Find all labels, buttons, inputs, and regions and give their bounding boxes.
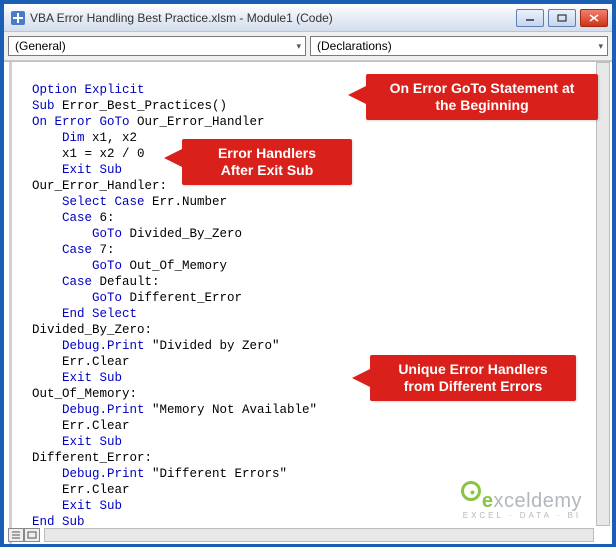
code-text: Err.Number xyxy=(145,195,228,209)
minimize-button[interactable] xyxy=(516,9,544,27)
callout-text: After Exit Sub xyxy=(194,162,340,179)
code-text: "Memory Not Available" xyxy=(145,403,318,417)
code-line: Err.Clear xyxy=(32,419,130,433)
code-line: Different_Error: xyxy=(32,451,152,465)
procedure-view-button[interactable] xyxy=(8,528,24,542)
chevron-down-icon: ▾ xyxy=(598,41,603,52)
procedure-combo-value: (Declarations) xyxy=(317,39,392,53)
procedure-combo[interactable]: (Declarations) ▾ xyxy=(310,36,608,56)
code-keyword: Sub xyxy=(32,99,55,113)
view-switcher xyxy=(8,528,40,542)
code-keyword: Debug.Print xyxy=(62,339,145,353)
code-line: Option Explicit xyxy=(32,83,145,97)
callout-unique-handlers: Unique Error Handlers from Different Err… xyxy=(370,355,576,401)
code-keyword: Exit Sub xyxy=(62,499,122,513)
app-icon xyxy=(10,10,26,26)
close-button[interactable] xyxy=(580,9,608,27)
code-text: 7: xyxy=(92,243,115,257)
horizontal-scrollbar[interactable] xyxy=(44,528,594,542)
titlebar: VBA Error Handling Best Practice.xlsm - … xyxy=(4,4,612,32)
code-keyword: Debug.Print xyxy=(62,403,145,417)
callout-text: Error Handlers xyxy=(194,145,340,162)
code-keyword: GoTo xyxy=(92,259,122,273)
code-keyword: Case xyxy=(62,243,92,257)
watermark-e: e xyxy=(482,490,494,512)
callout-arrow-icon xyxy=(164,149,182,167)
code-line: Err.Clear xyxy=(32,355,130,369)
callout-text: Unique Error Handlers xyxy=(382,361,564,378)
code-keyword: Exit Sub xyxy=(62,371,122,385)
callout-goto-begin: On Error GoTo Statement at the Beginning xyxy=(366,74,598,120)
callout-text: the Beginning xyxy=(378,97,586,114)
code-keyword: GoTo xyxy=(92,227,122,241)
code-line: Our_Error_Handler: xyxy=(32,179,167,193)
code-editor[interactable]: Option Explicit Sub Error_Best_Practices… xyxy=(9,62,612,544)
window-title: VBA Error Handling Best Practice.xlsm - … xyxy=(30,11,512,25)
callout-arrow-icon xyxy=(348,86,366,104)
callout-after-exit: Error Handlers After Exit Sub xyxy=(182,139,352,185)
code-text: Out_Of_Memory xyxy=(122,259,227,273)
code-area: Option Explicit Sub Error_Best_Practices… xyxy=(4,61,612,544)
code-keyword: On Error GoTo xyxy=(32,115,130,129)
callout-text: from Different Errors xyxy=(382,378,564,395)
code-keyword: Dim xyxy=(62,131,85,145)
code-keyword: Case xyxy=(62,275,92,289)
code-text: "Divided by Zero" xyxy=(145,339,280,353)
code-text: 6: xyxy=(92,211,115,225)
code-text: Different_Error xyxy=(122,291,242,305)
callout-text: On Error GoTo Statement at xyxy=(378,80,586,97)
code-keyword: GoTo xyxy=(92,291,122,305)
chevron-down-icon: ▾ xyxy=(296,41,301,52)
code-text: "Different Errors" xyxy=(145,467,288,481)
watermark-tagline: EXCEL · DATA · BI xyxy=(462,511,582,520)
full-module-view-button[interactable] xyxy=(24,528,40,542)
code-text: x1, x2 xyxy=(85,131,138,145)
code-text: Our_Error_Handler xyxy=(130,115,265,129)
code-keyword: End Select xyxy=(62,307,137,321)
code-keyword: Select Case xyxy=(62,195,145,209)
code-keyword: End Sub xyxy=(32,515,85,529)
callout-arrow-icon xyxy=(352,369,370,387)
code-keyword: Exit Sub xyxy=(62,435,122,449)
code-keyword: Debug.Print xyxy=(62,467,145,481)
object-combo[interactable]: (General) ▾ xyxy=(8,36,306,56)
code-line: x1 = x2 / 0 xyxy=(32,147,145,161)
code-line: Err.Clear xyxy=(32,483,130,497)
watermark-text: xceldemy xyxy=(494,490,582,512)
watermark: exceldemy EXCEL · DATA · BI xyxy=(462,487,582,520)
code-keyword: Exit Sub xyxy=(62,163,122,177)
code-keyword: Case xyxy=(62,211,92,225)
code-line: Divided_By_Zero: xyxy=(32,323,152,337)
dropdown-row: (General) ▾ (Declarations) ▾ xyxy=(4,32,612,61)
code-text: Divided_By_Zero xyxy=(122,227,242,241)
maximize-button[interactable] xyxy=(548,9,576,27)
code-text: Error_Best_Practices() xyxy=(55,99,228,113)
object-combo-value: (General) xyxy=(15,39,66,53)
code-text: Default: xyxy=(92,275,160,289)
code-line: Out_Of_Memory: xyxy=(32,387,137,401)
